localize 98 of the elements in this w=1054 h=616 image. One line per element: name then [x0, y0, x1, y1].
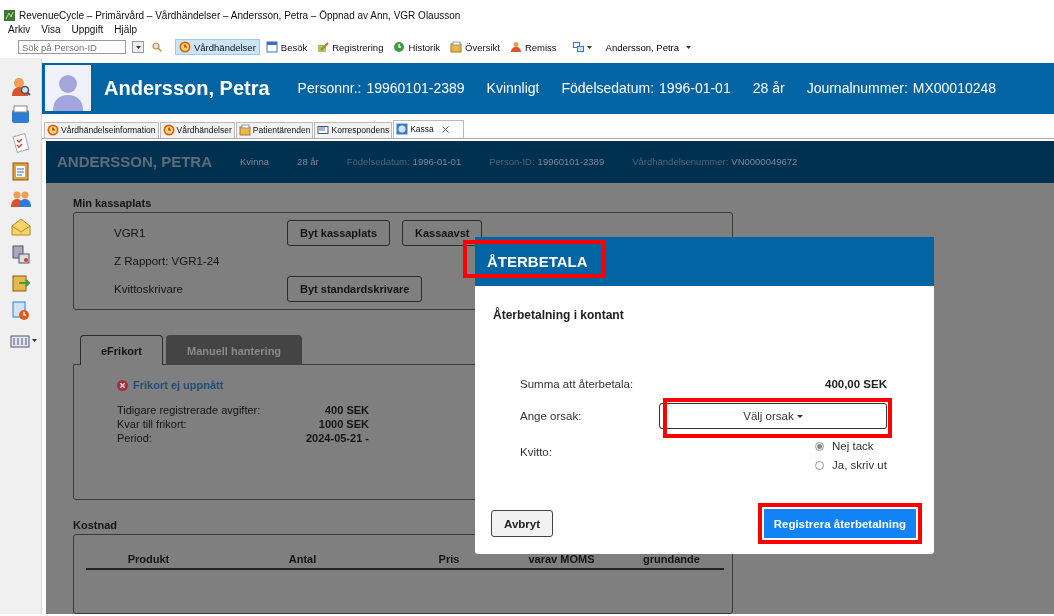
windows-icon: [572, 42, 584, 52]
field-label: Födelsedatum:: [561, 80, 655, 97]
windows-button[interactable]: [572, 42, 592, 52]
caret-icon: [796, 414, 803, 418]
menu-item[interactable]: Visa: [41, 23, 61, 35]
calendar-icon: [265, 41, 278, 53]
history-icon: [393, 41, 406, 53]
clock-icon: [179, 41, 191, 53]
clock-document-icon[interactable]: [9, 300, 32, 322]
checkout-label: Kvittoskrivare: [114, 283, 185, 295]
search-icon[interactable]: [152, 42, 162, 52]
register-refund-button[interactable]: Registrera återbetalning: [763, 509, 916, 538]
status-text: Frikort ej uppnått: [133, 379, 224, 391]
fee-value: 1000 SEK: [317, 418, 369, 430]
toolbar-button[interactable]: Översikt: [446, 39, 504, 55]
patient-name: Andersson, Petra: [104, 76, 270, 100]
fee-label: Tidigare registrerade avgifter:: [117, 404, 262, 416]
fee-label: Kvar till frikort:: [117, 418, 188, 430]
folder-icon: [450, 41, 463, 53]
fee-label: Period:: [117, 432, 153, 444]
field-value: Kvinna: [240, 156, 270, 168]
document-tab[interactable]: Vårdhändelser: [159, 121, 235, 138]
amount-label: Summa att återbetala:: [520, 377, 635, 392]
toolbar-button[interactable]: Historik: [389, 39, 445, 55]
column-header: Antal: [288, 553, 317, 565]
checkout-button[interactable]: Byt kassaplats: [287, 220, 391, 246]
dialog-title: ÅTERBETALA: [487, 253, 588, 270]
checkout-button[interactable]: Kassaavst: [402, 220, 483, 246]
close-icon[interactable]: [441, 125, 449, 133]
toolbox-icon[interactable]: [9, 104, 32, 126]
section-title: Kostnad: [73, 519, 117, 531]
caret-icon: [32, 338, 37, 342]
menu-item[interactable]: Uppgift: [71, 23, 104, 35]
caret-icon: [686, 45, 691, 49]
clipboard-icon[interactable]: [9, 160, 32, 182]
caret-icon: [135, 45, 141, 49]
amount-value: 400,00 SEK: [824, 377, 888, 392]
field-label: Vårdhändelsenummer:: [632, 156, 729, 168]
field-label: Journalnummer:: [806, 80, 908, 97]
field-value: 19960101-2389: [537, 156, 605, 168]
toolbar-button[interactable]: Remiss: [505, 39, 561, 55]
document-tab[interactable]: Kassa: [393, 119, 464, 138]
error-icon: [117, 379, 128, 391]
envelope-icon: [317, 124, 330, 137]
field-value: MX00010248: [912, 80, 997, 97]
pen-icon: [317, 41, 330, 53]
toolbar-button[interactable]: Besök: [261, 39, 312, 55]
person-silhouette-icon: [52, 73, 84, 112]
app-logo-icon: [4, 9, 15, 21]
receipt-option[interactable]: Ja, skriv ut: [815, 459, 887, 471]
case-patient-name: ANDERSSON, PETRA: [57, 153, 213, 171]
field-label: Person-ID:: [489, 156, 535, 168]
clock-icon: [162, 124, 175, 137]
dialog-subtitle: Återbetalning i kontant: [493, 308, 625, 322]
folder-icon: [238, 124, 251, 137]
frikort-tab[interactable]: eFrikort: [80, 335, 163, 365]
checkout-label: VGR1: [114, 227, 147, 239]
field-value: 19960101-2389: [366, 80, 465, 97]
field-value: 1996-01-01: [659, 80, 731, 97]
checkout-button[interactable]: Byt standardskrivare: [287, 276, 423, 302]
field-label: Födelsedatum:: [346, 156, 410, 168]
section-title: Min kassaplats: [73, 197, 152, 209]
export-icon[interactable]: [9, 272, 32, 294]
checkout-label: Z Rapport: VGR1-24: [114, 255, 221, 267]
toolbar-button[interactable]: Registrering: [313, 39, 388, 55]
field-value: 28 år: [752, 80, 785, 97]
menu-item[interactable]: Arkiv: [8, 23, 31, 35]
field-value: VN0000049672: [731, 156, 798, 168]
grid-menu-button[interactable]: [10, 332, 37, 348]
field-value: 28 år: [297, 156, 319, 168]
patient-menu[interactable]: Andersson, Petra: [605, 41, 691, 53]
document-tab[interactable]: Korrespondens: [314, 121, 393, 138]
field-label: Personnr.:: [297, 80, 362, 97]
field-value: Kvinnligt: [486, 80, 540, 97]
receipt-label: Kvitto:: [520, 445, 553, 460]
envelope-icon[interactable]: [9, 216, 32, 238]
fee-value: 2024-05-21 -: [305, 432, 369, 444]
fee-value: 400 SEK: [323, 404, 369, 416]
column-header: varav MOMS: [528, 553, 595, 565]
person-search-icon[interactable]: [9, 76, 32, 98]
document-tab[interactable]: Vårdhändelseinformation: [44, 121, 159, 138]
column-header: Produkt: [127, 553, 170, 565]
search-field[interactable]: Sök på Person-ID: [18, 40, 126, 54]
cancel-button[interactable]: Avbryt: [491, 510, 553, 537]
person-icon: [509, 41, 522, 53]
dropdown-button[interactable]: [132, 41, 144, 53]
column-header: Pris: [438, 553, 460, 565]
reason-label: Ange orsak:: [520, 409, 583, 424]
field-value: 1996-01-01: [412, 156, 462, 168]
clock-icon: [47, 124, 59, 137]
reason-dropdown[interactable]: Välj orsak: [659, 403, 887, 429]
document-tab[interactable]: Patientärenden: [235, 121, 314, 138]
caret-icon: [586, 45, 592, 49]
receipt-option[interactable]: Nej tack: [815, 440, 887, 452]
toolbar-button[interactable]: Vårdhändelser: [175, 39, 260, 55]
window-title: RevenueCycle – Primärvård – Vårdhändelser – Andersson, Petra – Öppnad av Ann, VGR Olausson: [19, 9, 461, 21]
menu-item[interactable]: Hjälp: [114, 23, 137, 35]
column-header: grundande: [643, 553, 700, 565]
